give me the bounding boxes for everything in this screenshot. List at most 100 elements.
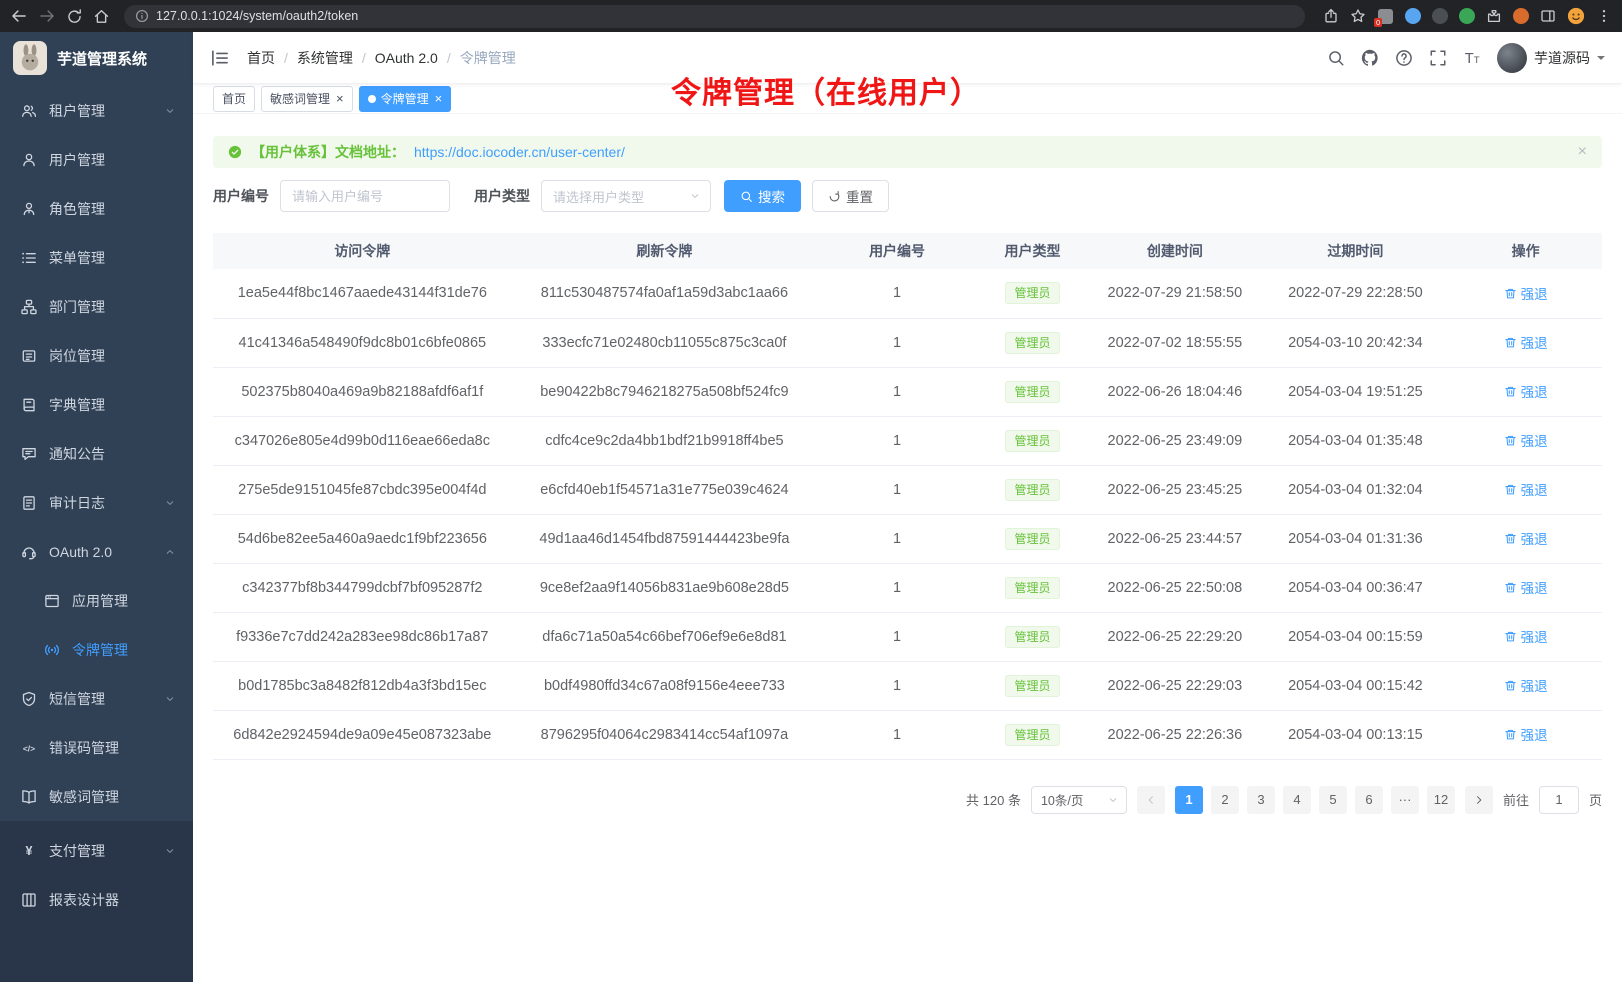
user-type-tag: 管理员 [1005,381,1059,403]
cell-user-type: 管理员 [977,465,1088,514]
search-button[interactable]: 搜索 [724,180,801,212]
search-button-icon [740,190,753,203]
sidebar-item-notice[interactable]: 通知公告 [0,429,193,478]
browser-forward-icon[interactable] [38,7,56,25]
sidebar-item-oauth2-token[interactable]: 令牌管理 [0,625,193,674]
help-icon[interactable] [1395,49,1413,67]
cell-actions: 强退 [1449,661,1602,710]
role-icon [21,201,37,217]
browser-refresh-icon[interactable] [66,8,83,25]
tab-close-icon[interactable]: × [435,92,443,105]
token-icon [44,642,60,658]
force-logout-button[interactable]: 强退 [1504,528,1548,548]
browser-home-icon[interactable] [93,8,110,25]
browser-menu-icon[interactable] [1596,8,1612,24]
page-button-6[interactable]: 6 [1355,786,1383,814]
force-logout-button[interactable]: 强退 [1504,577,1548,597]
cell-user-type: 管理员 [977,710,1088,759]
sidebar-item-post[interactable]: 岗位管理 [0,331,193,380]
prev-page-button[interactable] [1137,786,1165,814]
sidebar-item-audit-log[interactable]: 审计日志 [0,478,193,527]
sidebar-item-user[interactable]: 用户管理 [0,135,193,184]
user-id-input[interactable] [280,180,450,212]
page-button-4[interactable]: 4 [1283,786,1311,814]
split-view-icon[interactable] [1540,8,1556,24]
tab-sensitive-word[interactable]: 敏感词管理× [261,86,353,112]
sidebar-item-oauth2[interactable]: OAuth 2.0 [0,527,193,576]
cell-access-token: f9336e7c7dd242a283ee98dc86b17a87 [213,612,512,661]
tab-home[interactable]: 首页 [213,86,255,112]
cell-expire-time: 2054-03-10 20:42:34 [1262,318,1450,367]
force-logout-button[interactable]: 强退 [1504,430,1548,450]
cell-actions: 强退 [1449,269,1602,318]
sidebar-item-sensitive-word[interactable]: 敏感词管理 [0,772,193,821]
browser-profile-avatar[interactable] [1567,7,1585,25]
cell-user-type: 管理员 [977,661,1088,710]
tab-token[interactable]: 令牌管理× [359,86,452,112]
app-logo[interactable]: 芋道管理系统 [0,32,193,84]
dept-icon [21,299,37,315]
extension-badged-icon[interactable]: 0 [1377,8,1394,25]
page-button-2[interactable]: 2 [1211,786,1239,814]
trash-icon [1504,336,1517,349]
sidebar-item-sms[interactable]: 短信管理 [0,674,193,723]
extensions-puzzle-icon[interactable] [1486,8,1502,24]
alert-link[interactable]: https://doc.iocoder.cn/user-center/ [414,144,625,160]
user-menu[interactable]: 芋道源码 [1497,43,1605,73]
sidebar-fold-icon[interactable] [210,48,230,68]
goto-page-input[interactable] [1539,786,1579,814]
breadcrumb-item[interactable]: 系统管理 [297,48,353,68]
page-button-1[interactable]: 1 [1175,786,1203,814]
sidebar-item-label: 错误码管理 [49,738,178,758]
reset-button[interactable]: 重置 [812,180,889,212]
cell-user-type: 管理员 [977,367,1088,416]
tab-close-icon[interactable]: × [336,92,344,105]
sidebar-item-pay[interactable]: ¥支付管理 [0,826,193,875]
force-logout-button[interactable]: 强退 [1504,724,1548,744]
force-logout-button[interactable]: 强退 [1504,479,1548,499]
extension-orange-icon[interactable] [1513,8,1529,24]
page-size-select[interactable]: 10条/页 [1031,786,1127,814]
page-button-12[interactable]: 12 [1427,786,1455,814]
sidebar-item-dept[interactable]: 部门管理 [0,282,193,331]
sidebar-item-oauth2-app[interactable]: 应用管理 [0,576,193,625]
share-icon[interactable] [1323,8,1339,24]
svg-text:</>: </> [23,743,35,753]
force-logout-button[interactable]: 强退 [1504,332,1548,352]
cell-user-type: 管理员 [977,514,1088,563]
force-logout-button[interactable]: 强退 [1504,626,1548,646]
sidebar-item-error-code[interactable]: </> 错误码管理 [0,723,193,772]
sidebar-item-dict[interactable]: 字典管理 [0,380,193,429]
site-info-icon[interactable] [135,9,149,23]
bookmark-star-icon[interactable] [1350,8,1366,24]
fullscreen-icon[interactable] [1429,49,1447,67]
github-icon[interactable] [1361,49,1379,67]
extension-blue-icon[interactable] [1405,8,1421,24]
force-logout-button[interactable]: 强退 [1504,675,1548,695]
breadcrumb-item[interactable]: 首页 [247,48,275,68]
extension-green-icon[interactable] [1459,8,1475,24]
alert-close-icon[interactable]: × [1578,144,1587,160]
column-header-user-id: 用户编号 [817,233,977,269]
page-button-3[interactable]: 3 [1247,786,1275,814]
browser-actions: 0 [1323,7,1612,25]
sidebar-item-tenant[interactable]: 租户管理 [0,86,193,135]
force-logout-button[interactable]: 强退 [1504,381,1548,401]
extension-dark-icon[interactable] [1432,8,1448,24]
sidebar-item-role[interactable]: 角色管理 [0,184,193,233]
page-ellipsis[interactable]: ··· [1391,786,1419,814]
column-header-expire-time: 过期时间 [1262,233,1450,269]
force-logout-button[interactable]: 强退 [1504,283,1548,303]
search-icon[interactable] [1327,49,1345,67]
breadcrumb-item[interactable]: OAuth 2.0 [375,50,438,66]
browser-back-icon[interactable] [10,7,28,25]
page-button-5[interactable]: 5 [1319,786,1347,814]
user-type-select[interactable]: 请选择用户类型 [541,180,711,212]
next-page-button[interactable] [1465,786,1493,814]
font-size-icon[interactable]: TT [1463,49,1481,67]
url-bar[interactable]: 127.0.0.1:1024/system/oauth2/token [124,5,1305,28]
sidebar-item-menu[interactable]: 菜单管理 [0,233,193,282]
cell-user-id: 1 [817,563,977,612]
sidebar-item-report-designer[interactable]: 报表设计器 [0,875,193,924]
sidebar-item-label: 菜单管理 [49,248,178,268]
